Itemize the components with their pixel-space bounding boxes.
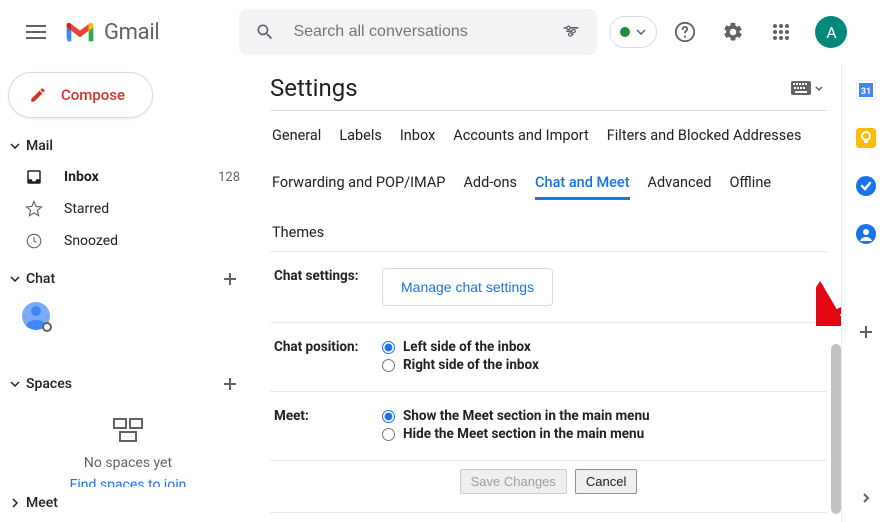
help-icon [674, 21, 696, 43]
tab-advanced[interactable]: Advanced [648, 168, 712, 200]
apps-grid-icon [772, 23, 790, 41]
footer: 0.03 GB of 15 GB used Terms · Privacy · … [270, 513, 827, 522]
new-chat-button[interactable] [216, 265, 244, 293]
svg-text:31: 31 [860, 87, 870, 97]
chat-settings-row: Chat settings: Manage chat settings [270, 252, 827, 323]
mail-section-header[interactable]: Mail [0, 130, 256, 161]
account-avatar[interactable]: A [815, 16, 847, 48]
chevron-down-icon [636, 29, 646, 35]
support-button[interactable] [665, 12, 705, 52]
tab-themes[interactable]: Themes [272, 218, 324, 247]
sidebar-item-snoozed[interactable]: Snoozed [0, 225, 256, 257]
search-options-icon[interactable] [553, 14, 589, 50]
spaces-section-header[interactable]: Spaces [0, 368, 256, 399]
side-panel: 31 [841, 64, 889, 522]
input-tools-button[interactable] [787, 79, 827, 97]
keep-app-icon[interactable] [856, 128, 876, 148]
settings-button[interactable] [713, 12, 753, 52]
meet-row: Meet: Show the Meet section in the main … [270, 392, 827, 461]
compose-button[interactable]: Compose [8, 72, 153, 118]
gmail-logo[interactable]: Gmail [64, 20, 159, 45]
get-addons-button[interactable] [856, 322, 876, 342]
status-active-icon [620, 27, 630, 37]
chat-user-avatar[interactable] [22, 302, 50, 330]
inbox-icon [22, 168, 46, 186]
scrollbar[interactable] [831, 344, 841, 514]
meet-section-header[interactable]: Meet [0, 487, 256, 518]
meet-show[interactable]: Show the Meet section in the main menu [382, 408, 823, 424]
calendar-app-icon[interactable]: 31 [856, 80, 876, 100]
pencil-icon [29, 86, 47, 104]
tab-chat-and-meet[interactable]: Chat and Meet [535, 168, 629, 200]
hamburger-icon [26, 25, 46, 39]
keyboard-icon [791, 81, 811, 95]
compose-label: Compose [61, 86, 125, 104]
search-input[interactable] [293, 23, 553, 41]
header: Gmail A [0, 0, 889, 64]
chat-position-left[interactable]: Left side of the inbox [382, 339, 823, 355]
new-space-button[interactable] [216, 370, 244, 398]
tab-filters-and-blocked-addresses[interactable]: Filters and Blocked Addresses [607, 121, 802, 150]
contacts-app-icon[interactable] [856, 224, 876, 244]
header-actions: A [665, 12, 847, 52]
chevron-down-icon [10, 381, 20, 387]
manage-chat-settings-button[interactable]: Manage chat settings [382, 268, 553, 306]
meet-hide[interactable]: Hide the Meet section in the main menu [382, 426, 823, 442]
chevron-right-icon [862, 492, 870, 504]
tab-inbox[interactable]: Inbox [400, 121, 435, 150]
chevron-down-icon [815, 86, 823, 91]
settings-tabs: General Labels Inbox Accounts and Import Fil… [270, 117, 827, 252]
tab-add-ons[interactable]: Add-ons [463, 168, 517, 200]
spaces-grid-icon [112, 417, 144, 443]
main-menu-button[interactable] [12, 8, 60, 56]
app-name: Gmail [104, 20, 159, 45]
page-title: Settings [270, 74, 787, 102]
search-icon[interactable] [247, 14, 283, 50]
search-box[interactable] [239, 9, 597, 55]
tasks-app-icon[interactable] [856, 176, 876, 196]
chat-section-header[interactable]: Chat [0, 263, 256, 294]
chevron-down-icon [10, 143, 20, 149]
save-button: Save Changes [460, 469, 567, 494]
tab-forwarding-and-pop-imap[interactable]: Forwarding and POP/IMAP [272, 168, 445, 200]
tab-accounts-and-import[interactable]: Accounts and Import [453, 121, 588, 150]
find-spaces-link[interactable]: Find spaces to join [70, 477, 187, 487]
main-content: Settings General Labels Inbox Accounts and … [256, 64, 841, 522]
spaces-empty: No spaces yet Find spaces to join [0, 417, 256, 487]
tab-labels[interactable]: Labels [339, 121, 382, 150]
cancel-button[interactable]: Cancel [575, 469, 637, 494]
sidebar: Compose Mail Inbox128StarredSnoozed Chat… [0, 64, 256, 522]
tab-offline[interactable]: Offline [729, 168, 771, 200]
hide-side-panel-button[interactable] [848, 480, 884, 516]
gmail-icon [64, 20, 96, 44]
sidebar-item-inbox[interactable]: Inbox128 [0, 161, 256, 193]
gear-icon [722, 21, 744, 43]
star-icon [22, 200, 46, 218]
presence-indicator [42, 322, 52, 332]
chevron-down-icon [10, 276, 20, 282]
tab-general[interactable]: General [272, 121, 321, 150]
chevron-right-icon [11, 498, 19, 508]
chat-position-right[interactable]: Right side of the inbox [382, 357, 823, 373]
clock-icon [22, 232, 46, 250]
sidebar-item-starred[interactable]: Starred [0, 193, 256, 225]
apps-button[interactable] [761, 12, 801, 52]
form-buttons: Save Changes Cancel [270, 461, 827, 513]
chat-position-row: Chat position: Left side of the inbox Ri… [270, 323, 827, 392]
status-chip[interactable] [609, 16, 657, 48]
